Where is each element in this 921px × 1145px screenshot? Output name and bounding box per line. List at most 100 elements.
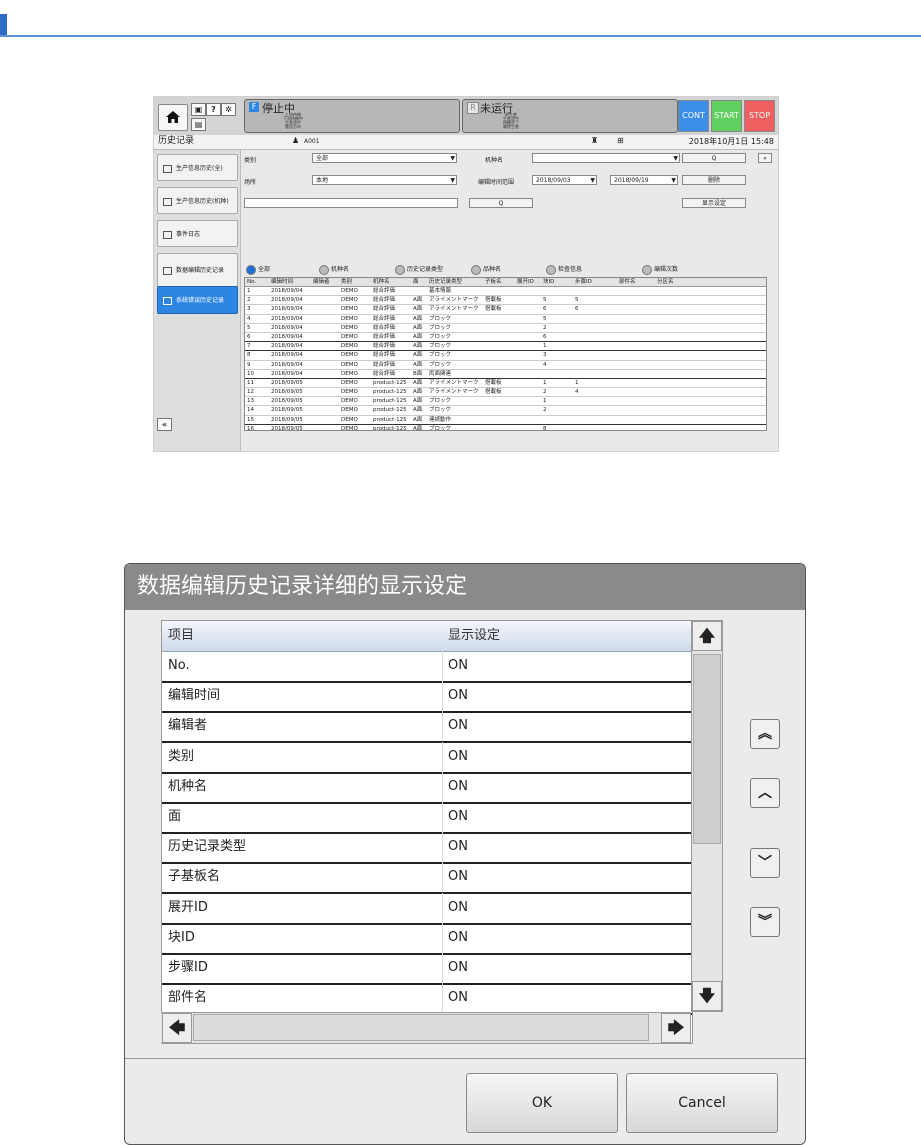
setting-value[interactable]: ON <box>448 953 468 983</box>
model-dropdown[interactable]: ▼ <box>532 153 680 163</box>
grid-row[interactable]: 14 2018/09/05 DEMO product-125 A面 ブロック 2 <box>245 406 766 416</box>
setting-value[interactable]: ON <box>448 802 468 832</box>
nav-production-model[interactable]: 生产信息历史(机种) <box>157 187 238 214</box>
setting-row[interactable]: 面 ON <box>162 802 692 834</box>
date-from-field[interactable]: 2018/09/03 ▼ <box>532 175 597 185</box>
horizontal-scrollbar[interactable]: 🡄 🡆 <box>161 1012 691 1043</box>
page-last-button[interactable]: ︾ <box>750 907 780 937</box>
kind-label: 类别 <box>244 157 257 164</box>
grid-row[interactable]: 2 2018/09/04 DEMO 総合評価 A面 アライメントマーク 搭載板 5 5 <box>245 296 766 306</box>
column-separator <box>442 651 443 681</box>
setting-row[interactable]: No. ON <box>162 651 692 683</box>
settings-icon[interactable]: ✲ <box>221 103 236 116</box>
page-first-button[interactable]: ︽ <box>750 719 780 749</box>
radio-edit-count[interactable]: 编辑次数 <box>642 264 678 275</box>
grid-row[interactable]: 5 2018/09/04 DEMO 総合評価 A面 ブロック 2 <box>245 324 766 333</box>
display-setting-dialog: 数据编辑历史记录详细的显示设定 项目 显示设定 No. ON 编辑时间 ON 编辑者 ON… <box>124 563 806 1145</box>
setting-value[interactable]: ON <box>448 923 468 953</box>
grid-row[interactable]: 9 2018/09/04 DEMO 総合評価 A面 ブロック 4 <box>245 361 766 370</box>
page-down-button[interactable]: ﹀ <box>750 848 780 878</box>
grid-cell: 6 <box>543 333 547 340</box>
camera-icon[interactable]: ▤ <box>191 118 206 131</box>
grid-row[interactable]: 4 2018/09/04 DEMO 総合評価 A面 ブロック 5 <box>245 315 766 324</box>
setting-row[interactable]: 步骤ID ON <box>162 953 692 985</box>
display-setting-button[interactable]: 显示设定 <box>682 198 746 208</box>
kind-value: 全部 <box>316 155 329 162</box>
grid-row[interactable]: 8 2018/09/04 DEMO 総合評価 A面 ブロック 3 <box>245 351 766 361</box>
setting-value[interactable]: ON <box>448 651 468 681</box>
grid-row[interactable]: 15 2018/09/05 DEMO product-125 A面 連続動作 <box>245 416 766 425</box>
grid-row[interactable]: 12 2018/09/05 DEMO product-125 A面 アライメントマーク 搭載… <box>245 388 766 398</box>
scroll-top-icon[interactable]: « <box>157 418 172 431</box>
arrow-up-icon[interactable]: 🡅 <box>692 621 722 651</box>
grid-cell: 5 <box>247 324 251 331</box>
history-grid[interactable]: No. 编辑时间 编辑者 类别 机种名 面 历史记录类型 子板名 展开ID 块ID 步骤ID 部件名 分… <box>244 277 767 431</box>
setting-value[interactable]: ON <box>448 862 468 892</box>
radio-all[interactable]: 全部 <box>246 264 270 275</box>
save-icon[interactable]: ▣ <box>191 103 206 116</box>
place-dropdown[interactable]: 本地 ▼ <box>312 175 457 185</box>
arrow-down-icon[interactable]: 🡇 <box>692 981 722 1011</box>
vertical-scrollbar[interactable]: 🡅 🡇 <box>691 620 723 1012</box>
stop-button[interactable]: STOP <box>744 100 775 132</box>
setting-row[interactable]: 编辑时间 ON <box>162 681 692 714</box>
date-to-field[interactable]: 2018/09/19 ▼ <box>610 175 678 185</box>
ok-button[interactable]: OK <box>466 1073 618 1133</box>
arrow-left-icon[interactable]: 🡄 <box>162 1013 192 1043</box>
grid-row[interactable]: 7 2018/09/04 DEMO 総合評価 A面 ブロック 1 <box>245 342 766 352</box>
setting-value[interactable]: ON <box>448 772 468 802</box>
chevron-down-icon: ﹀ <box>758 855 772 871</box>
setting-value[interactable]: ON <box>448 832 468 862</box>
vertical-scroll-thumb[interactable] <box>693 654 721 844</box>
grid-row[interactable]: 6 2018/09/04 DEMO 総合評価 A面 ブロック 6 <box>245 333 766 343</box>
setting-row[interactable]: 类别 ON <box>162 741 692 774</box>
model-search-button[interactable]: Q <box>682 153 746 163</box>
setting-value[interactable]: ON <box>448 711 468 741</box>
search-input[interactable] <box>244 198 458 208</box>
nav-data-edit-history[interactable]: 数据编辑历史记录 <box>157 253 238 287</box>
arrow-right-icon[interactable]: 🡆 <box>661 1013 691 1043</box>
radio-history-type[interactable]: 历史记录类型 <box>395 264 443 275</box>
setting-value[interactable]: ON <box>448 681 468 711</box>
status-panel-run: R 未运行 前生産 生産途中 待機完了 最終生産 <box>462 99 678 133</box>
setting-row[interactable]: 编辑者 ON <box>162 711 692 744</box>
start-button[interactable]: START <box>711 100 742 132</box>
page-info-bar: 历史记录 ♟ A001 ♜ ⊞ 2018年10月1日 15:48 <box>154 135 778 150</box>
grid-row[interactable]: 13 2018/09/05 DEMO product-125 A面 ブロック 1 <box>245 397 766 407</box>
grid-row[interactable]: 11 2018/09/05 DEMO product-125 A面 アライメントマーク 搭載… <box>245 379 766 389</box>
home-button[interactable] <box>158 104 188 131</box>
grid-row[interactable]: 3 2018/09/04 DEMO 総合評価 A面 アライメントマーク 搭載板 6 6 <box>245 305 766 315</box>
grid-cell: 総合評価 <box>373 297 396 304</box>
delete-button[interactable]: 删除 <box>682 175 746 185</box>
radio-inspection[interactable]: 检查信息 <box>546 264 582 275</box>
setting-row[interactable]: 部件名 ON <box>162 983 692 1016</box>
expand-icon[interactable]: » <box>758 153 772 163</box>
setting-row[interactable]: 历史记录类型 ON <box>162 832 692 865</box>
setting-row[interactable]: 机种名 ON <box>162 771 692 804</box>
radio-model[interactable]: 机种名 <box>319 264 349 275</box>
cancel-button[interactable]: Cancel <box>626 1073 778 1133</box>
setting-row[interactable]: 子基板名 ON <box>162 862 692 895</box>
setting-value[interactable]: ON <box>448 742 468 772</box>
nav-production-all[interactable]: 生产信息历史(全) <box>157 154 238 181</box>
radio-label: 机种名 <box>331 266 350 273</box>
cont-button[interactable]: CONT <box>678 100 709 132</box>
grid-row[interactable]: 16 2018/09/05 DEMO product-125 A面 ブロック 8 <box>245 425 766 430</box>
page-up-button[interactable]: ︿ <box>750 778 780 808</box>
nav-system-error-history[interactable]: 系统错误历史记录 <box>157 286 238 314</box>
help-icon[interactable]: ? <box>206 103 221 116</box>
nav-event-log[interactable]: 事件日志 <box>157 220 238 247</box>
grid-row[interactable]: 10 2018/09/04 DEMO 総合評価 B面 両面関連 <box>245 370 766 379</box>
setting-value[interactable]: ON <box>448 983 468 1013</box>
setting-value[interactable]: ON <box>448 893 468 923</box>
radio-product[interactable]: 品种名 <box>471 264 501 275</box>
kind-dropdown[interactable]: 全部 ▼ <box>312 153 457 163</box>
horizontal-scroll-thumb[interactable] <box>193 1014 649 1041</box>
grid-row[interactable]: 1 2018/09/04 DEMO 総合評価 基本情報 <box>245 287 766 297</box>
grid-cell: 2018/09/04 <box>271 352 303 359</box>
setting-row[interactable]: 块ID ON <box>162 922 692 955</box>
grid-cell: 2018/09/05 <box>271 416 303 423</box>
page-title: 历史记录 <box>158 136 195 146</box>
setting-row[interactable]: 展开ID ON <box>162 892 692 925</box>
search-button[interactable]: Q <box>469 198 533 208</box>
